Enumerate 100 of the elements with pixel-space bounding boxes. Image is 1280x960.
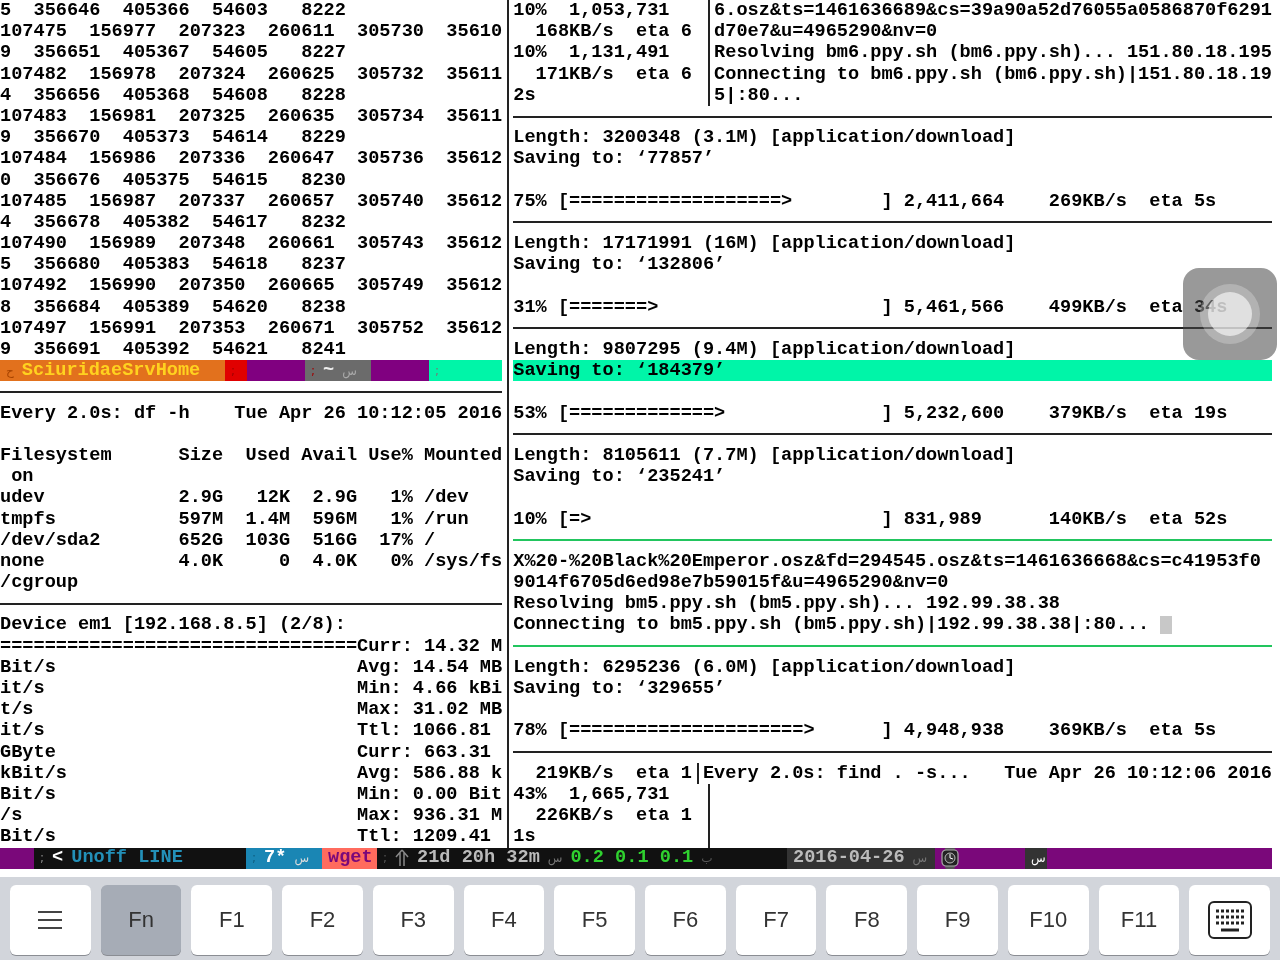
status-glyph: ; <box>231 362 236 380</box>
status-label: 21d 20h 32m <box>417 847 540 869</box>
terminal-line: 4 356656 405368 54608 8228 <box>0 84 346 106</box>
terminal-line: X%20-%20Black%20Emperor.osz&fd=294545.osz&ts=1461636668&cs=c41953f0 <box>513 550 1261 572</box>
terminal-line: GByte <box>0 741 56 763</box>
terminal-line: 219KB/s eta 1 <box>534 762 692 784</box>
terminal-line: 5 356680 405383 54618 8237 <box>0 254 346 276</box>
status-glyph: ; <box>435 362 440 380</box>
terminal-line: 5 356646 405366 54603 8222 <box>0 0 346 21</box>
terminal-line: 43% 1,665,731 <box>513 783 670 805</box>
terminal-line: Saving to: ‘235241’ <box>513 466 726 488</box>
terminal-line: Connecting to bm5.ppy.sh (bm5.ppy.sh)|192.99.38.38|:80... <box>513 614 1150 636</box>
function-key[interactable]: F1 <box>191 884 273 955</box>
terminal-line: 75% [===================> ] 2,411,664 269KB/s eta 5s <box>513 190 1217 212</box>
terminal-line: Resolving bm6.ppy.sh (bm6.ppy.sh)... 151.80.18.195 <box>714 42 1272 64</box>
function-key[interactable]: F7 <box>735 884 817 955</box>
terminal-line: 107484 156986 207336 260647 305736 35612 <box>0 148 503 170</box>
terminal-line: Connecting to bm6.ppy.sh (bm6.ppy.sh)|151.80.18.19 <box>714 63 1272 85</box>
status-glyph: ; <box>311 362 316 380</box>
terminal-line: Avg: 14.54 MB <box>357 656 503 678</box>
menu-key[interactable] <box>10 884 91 955</box>
terminal-line: it/s <box>0 720 45 742</box>
watch-icon <box>941 847 959 869</box>
function-key[interactable]: F8 <box>826 884 908 955</box>
terminal-line: Length: 17171991 (16M) [application/download] <box>513 233 1016 255</box>
terminal-line: /dev/sda2 652G 103G 516G 17% / <box>0 529 436 551</box>
status-label: Unoff LINE <box>71 847 183 869</box>
status-label: SciuridaeSrvHome <box>21 360 201 382</box>
terminal-line: 78% [=====================> ] 4,948,938 369KB/s eta 5s <box>513 720 1217 742</box>
terminal-line: 10% 1,131,491 <box>513 42 670 64</box>
terminal-line: Curr: 663.31 <box>357 741 491 763</box>
status-label: 2016-04-26 <box>793 847 905 869</box>
status-glyph: ; <box>383 850 388 868</box>
terminal-line: Ttl: 1209.41 <box>357 826 491 848</box>
terminal-line: Saving to: ‘329655’ <box>513 678 726 699</box>
terminal-line: 107485 156987 207337 260657 305740 35612 <box>0 190 503 212</box>
terminal-line: 1s <box>513 826 536 848</box>
keyboard-icon <box>1207 900 1252 939</box>
status-glyph: س <box>342 362 357 380</box>
function-key[interactable]: F6 <box>645 884 726 955</box>
terminal-line: Bit/s <box>0 783 56 805</box>
terminal-line: 107483 156981 207325 260635 305734 35611 <box>0 105 503 127</box>
terminal-line: 107482 156978 207324 260625 305732 35611 <box>0 63 503 85</box>
status-glyph: س <box>1031 850 1046 868</box>
terminal-line: 9 356670 405373 54614 8229 <box>0 127 346 149</box>
terminal-line: Device em1 [192.168.8.5] (2/8): <box>0 614 346 636</box>
status-glyph: س <box>547 850 563 868</box>
terminal-line: ================================Curr: 14.32 M <box>0 635 503 657</box>
terminal-line: tmpfs 597M 1.4M 596M 1% /run <box>0 508 469 530</box>
status-label: ~ <box>323 360 335 382</box>
status-label: 0.2 0.1 0.1 <box>570 847 694 869</box>
terminal-line: udev 2.9G 12K 2.9G 1% /dev <box>0 487 469 509</box>
terminal-line: Bit/s <box>0 826 56 848</box>
terminal-line: 9014f6705d6ed98e7b59015f&u=4965290&nv=0 <box>513 572 949 594</box>
status-glyph: ; <box>40 850 45 868</box>
function-key[interactable]: F3 <box>372 884 454 955</box>
function-key[interactable]: F10 <box>1007 884 1089 955</box>
terminal-line: 226KB/s eta 1 <box>534 805 692 827</box>
terminal-line: 5|:80... <box>714 84 804 106</box>
terminal-line: Avg: 586.88 k <box>357 762 503 784</box>
function-key[interactable]: F5 <box>554 884 636 955</box>
terminal-line: 10% [=> ] 831,989 140KB/s eta 52s <box>513 508 1228 530</box>
terminal-line: Saving to: ‘132806’ <box>513 254 726 276</box>
assistive-touch-button[interactable] <box>1183 268 1277 360</box>
terminal-line: Every 2.0s: df -h Tue Apr 26 10:12:05 2016 <box>0 402 503 424</box>
terminal-line: kBit/s <box>0 762 67 784</box>
up-arrow-icon <box>395 849 410 868</box>
terminal-line: t/s <box>0 699 34 721</box>
terminal-line: 168KB/s eta 6 <box>534 21 692 43</box>
status-glyph: س <box>912 850 928 868</box>
status-glyph: ب <box>701 850 713 868</box>
keyboard-key[interactable] <box>1189 884 1271 955</box>
terminal-line: 6.osz&ts=1461636689&cs=39a90a52d76055a0586870f6291 <box>714 0 1272 21</box>
menu-icon <box>37 909 64 930</box>
terminal-line: Resolving bm5.ppy.sh (bm5.ppy.sh)... 192.99.38.38 <box>513 593 1060 615</box>
status-label: wget <box>328 847 373 869</box>
terminal-line: /cgroup <box>0 572 79 594</box>
terminal-line: 107475 156977 207323 260611 305730 35610 <box>0 21 503 43</box>
status-glyph: س <box>294 850 310 868</box>
function-key[interactable]: F11 <box>1098 884 1180 955</box>
terminal-line: Saving to: ‘77857’ <box>513 148 715 170</box>
terminal-line: d70e7&u=4965290&nv=0 <box>714 21 938 43</box>
terminal-line: Max: 31.02 MB <box>357 699 503 721</box>
terminal-line: Filesystem Size Used Avail Use% Mounted <box>0 444 503 466</box>
terminal-line: it/s <box>0 678 45 699</box>
terminal-line: Bit/s <box>0 656 56 678</box>
function-key[interactable]: F2 <box>282 884 363 955</box>
text-cursor <box>1160 616 1172 635</box>
status-label: 7* <box>264 847 287 869</box>
function-key[interactable]: Fn <box>100 884 182 955</box>
terminal-line: none 4.0K 0 4.0K 0% /sys/fs <box>0 550 503 572</box>
terminal-line: 10% 1,053,731 <box>513 0 670 21</box>
status-glyph: ; <box>252 850 257 868</box>
function-key[interactable]: F4 <box>463 884 545 955</box>
terminal-line: 107490 156989 207348 260661 305743 35612 <box>0 233 503 255</box>
terminal-line: Length: 9807295 (9.4M) [application/download] <box>513 339 1016 360</box>
function-key[interactable]: F9 <box>917 884 998 955</box>
terminal-line: Length: 6295236 (6.0M) [application/download] <box>513 656 1016 678</box>
terminal-line: 107497 156991 207353 260671 305752 35612 <box>0 317 503 339</box>
terminal-line: 107492 156990 207350 260665 305749 35612 <box>0 275 503 297</box>
